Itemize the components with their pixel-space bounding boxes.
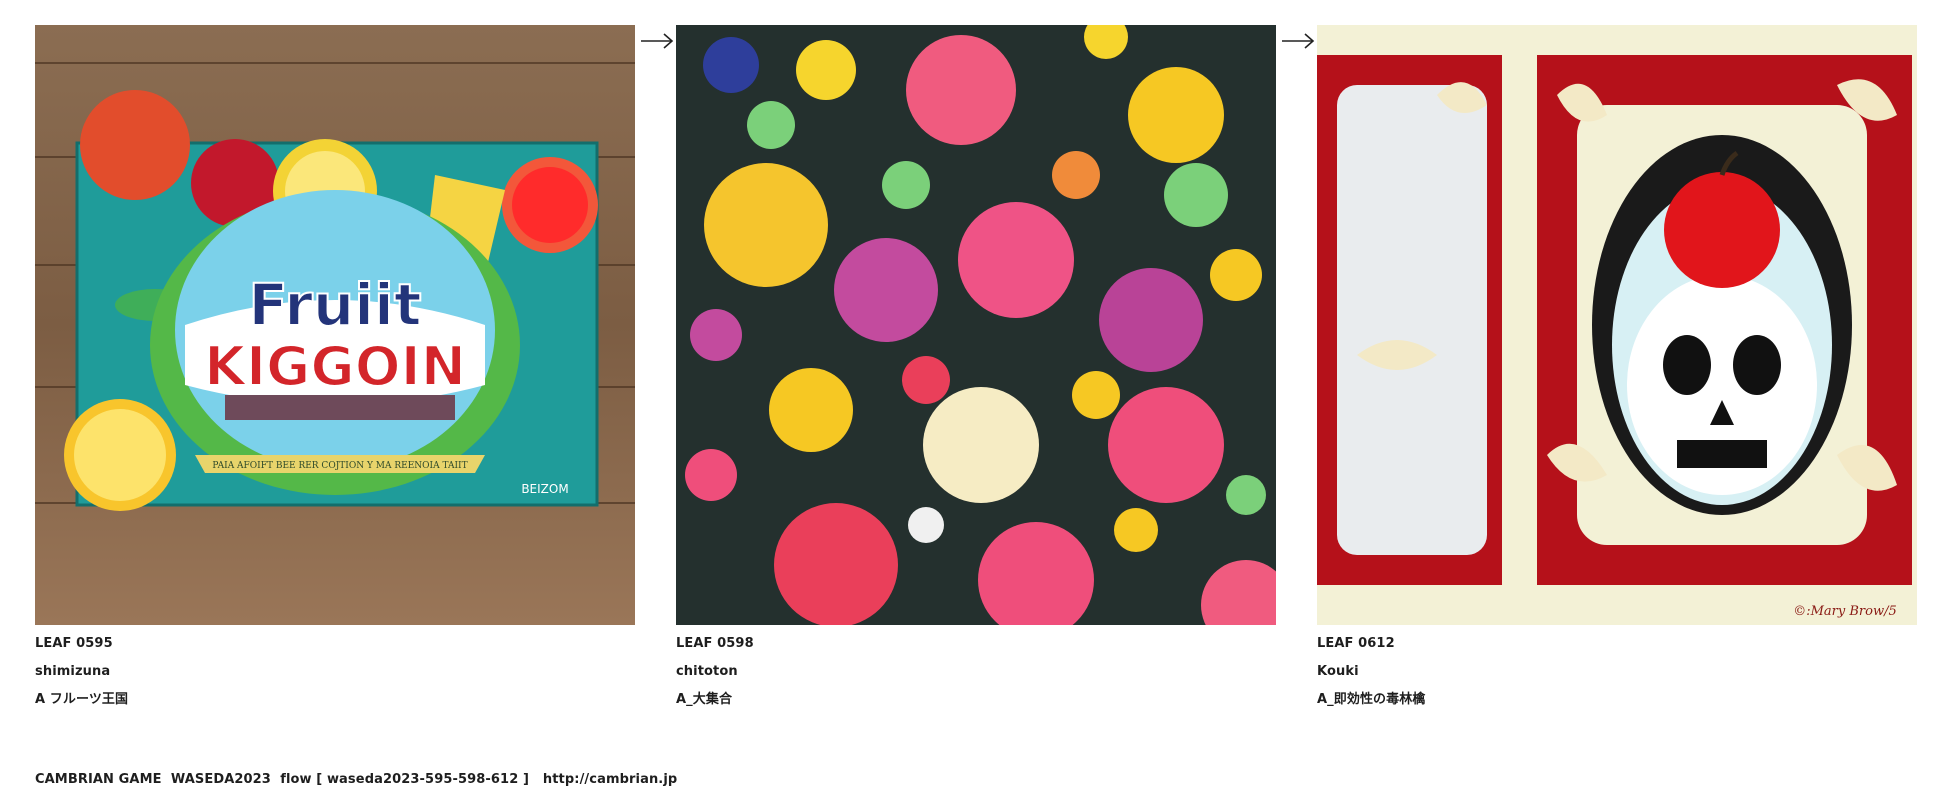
artwork-image-fruit-pattern[interactable] bbox=[676, 25, 1276, 625]
leaf-title: A フルーツ王国 bbox=[35, 692, 129, 707]
leaf-card-0595[interactable]: Fruiit KIGGOIN PAIA AFOIFT BEE RER COJTI… bbox=[35, 25, 635, 720]
arrow-right-icon bbox=[1282, 33, 1315, 49]
author-name[interactable]: Kouki bbox=[1317, 664, 1917, 680]
author-name[interactable]: shimizuna bbox=[35, 664, 635, 680]
artwork-signature-text: ©:Mary Brow/5 bbox=[1793, 604, 1897, 619]
artwork-image-poison-apple-skull[interactable]: ©:Mary Brow/5 bbox=[1317, 25, 1917, 625]
artwork-image-fruit-box[interactable]: Fruiit KIGGOIN PAIA AFOIFT BEE RER COJTI… bbox=[35, 25, 635, 625]
artwork-logo-line-1: Fruiit bbox=[248, 271, 421, 339]
flow-footer-credit[interactable]: CAMBRIAN GAME WASEDA2023 flow [ waseda20… bbox=[35, 772, 677, 787]
leaf-number: LEAF 0595 bbox=[35, 636, 113, 651]
arrow-right-icon bbox=[641, 33, 674, 49]
author-name[interactable]: chitoton bbox=[676, 664, 1276, 680]
leaf-card-0598[interactable]: LEAF 0598 chitoton A_大集合 bbox=[676, 25, 1276, 720]
artwork-logo-line-2: KIGGOIN bbox=[204, 335, 466, 398]
leaf-number: LEAF 0598 bbox=[676, 636, 754, 651]
leaf-card-0612[interactable]: ©:Mary Brow/5 LEAF 0612 Kouki A_即効性の毒林檎 bbox=[1317, 25, 1917, 720]
artwork-badge-text: BEIZOM bbox=[521, 482, 568, 496]
leaf-title: A_大集合 bbox=[676, 692, 733, 707]
leaf-number: LEAF 0612 bbox=[1317, 636, 1395, 651]
artwork-ribbon-text: PAIA AFOIFT BEE RER COJTION Y MA REENOIA… bbox=[212, 461, 467, 471]
leaf-title: A_即効性の毒林檎 bbox=[1317, 692, 1426, 707]
